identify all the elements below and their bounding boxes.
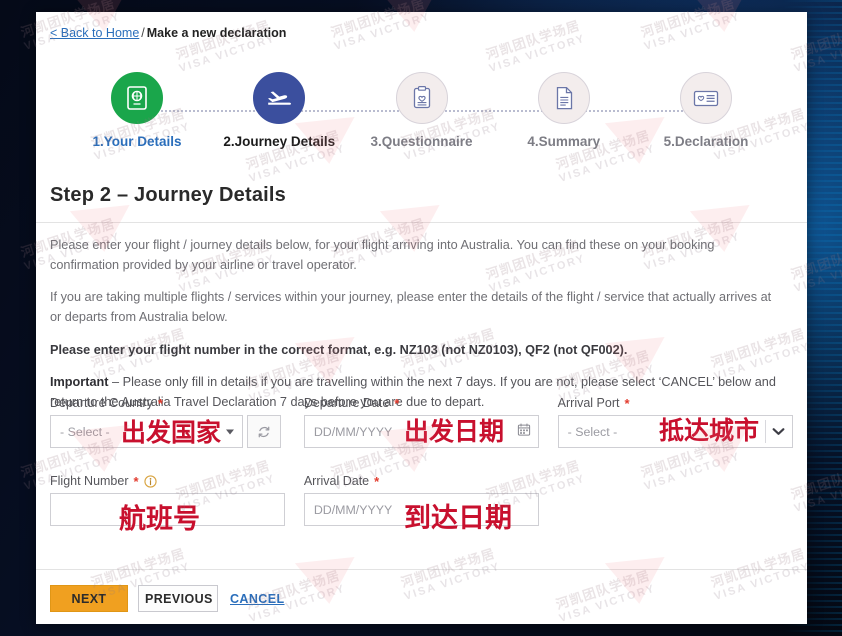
step-item-your-details[interactable]: 1.Your Details: [72, 72, 202, 149]
previous-button[interactable]: PREVIOUS: [138, 585, 218, 612]
step-label-journey-details: 2.Journey Details: [223, 134, 336, 149]
next-button[interactable]: NEXT: [50, 585, 128, 612]
cancel-link[interactable]: CANCEL: [228, 592, 286, 606]
step-label-declaration: 5.Declaration: [663, 134, 749, 149]
form-row-2-spacer: [558, 474, 795, 526]
step-item-declaration[interactable]: 5.Declaration: [641, 72, 771, 149]
departure-date-placeholder: DD/MM/YYYY: [313, 424, 393, 439]
back-to-home-link[interactable]: < Back to Home: [50, 26, 139, 40]
clipboard-heart-icon: [395, 72, 448, 124]
required-asterisk: *: [157, 395, 163, 411]
departure-country-label-text: Departure Country: [50, 396, 153, 410]
required-asterisk: *: [374, 473, 380, 489]
breadcrumb-current: Make a new declaration: [146, 26, 287, 40]
arrival-date-placeholder: DD/MM/YYYY: [313, 502, 393, 517]
step-item-questionnaire[interactable]: 3.Questionnaire: [357, 72, 487, 149]
airplane-icon: [253, 72, 306, 124]
select-divider: [764, 420, 766, 443]
breadcrumb-separator: /: [141, 26, 145, 40]
step-label-summary: 4.Summary: [527, 134, 601, 149]
flight-number-label: Flight Number *: [50, 474, 304, 488]
document-icon: [537, 72, 590, 124]
arrival-date-label: Arrival Date *: [304, 474, 558, 488]
arrival-port-value: - Select -: [567, 424, 618, 439]
id-card-heart-icon: [680, 72, 732, 124]
arrival-port-select[interactable]: - Select -: [557, 415, 793, 448]
form-row-1: Departure Country * - Select - Departure…: [50, 396, 795, 448]
arrival-date-field: Arrival Date * DD/MM/YYYY: [303, 474, 558, 526]
departure-country-field: Departure Country * - Select -: [50, 396, 304, 448]
arrival-date-label-text: Arrival Date: [303, 474, 370, 488]
calendar-icon[interactable]: [517, 422, 531, 441]
important-label: Important: [50, 375, 109, 390]
info-icon[interactable]: [143, 474, 157, 488]
progress-stepper: 1.Your Details 2.Journey Details 3.Quest…: [36, 72, 807, 167]
instruction-paragraph-1: Please enter your flight / journey detai…: [50, 238, 715, 272]
step-item-summary[interactable]: 4.Summary: [499, 72, 629, 149]
departure-country-label: Departure Country *: [50, 396, 304, 410]
form-row-2: Flight Number * Arrival Date * DD/MM/YYY…: [50, 474, 795, 526]
departure-date-input[interactable]: DD/MM/YYYY: [303, 415, 539, 448]
departure-country-value: - Select -: [60, 424, 110, 439]
departure-country-select[interactable]: - Select -: [50, 415, 243, 448]
arrival-port-label-text: Arrival Port: [557, 396, 620, 410]
flight-number-input[interactable]: [50, 493, 285, 526]
arrival-port-label: Arrival Port *: [558, 396, 795, 410]
required-asterisk: *: [624, 395, 630, 411]
departure-date-label: Departure Date *: [304, 396, 558, 410]
arrival-port-field: Arrival Port * - Select -: [557, 396, 795, 448]
flight-number-label-text: Flight Number: [50, 474, 129, 488]
departure-country-refresh-button[interactable]: [247, 415, 281, 448]
instruction-paragraph-2: If you are taking multiple flights / ser…: [50, 290, 772, 325]
instruction-paragraph-3: Please enter your flight number in the c…: [50, 342, 628, 357]
title-divider: [36, 222, 807, 223]
breadcrumb: < Back to Home / Make a new declaration: [50, 26, 286, 40]
page-title: Step 2 – Journey Details: [50, 184, 287, 206]
departure-date-field: Departure Date * DD/MM/YYYY: [303, 396, 558, 448]
passport-icon: [111, 72, 163, 124]
flight-number-field: Flight Number *: [50, 474, 304, 526]
step-label-your-details: 1.Your Details: [92, 134, 182, 149]
declaration-card: < Back to Home / Make a new declaration 1.: [36, 12, 807, 624]
chevron-down-icon: [772, 423, 785, 441]
step-label-questionnaire: 3.Questionnaire: [370, 134, 473, 149]
actions-divider: [36, 569, 807, 570]
journey-details-form: Departure Country * - Select - Departure…: [50, 396, 795, 526]
step-item-journey-details[interactable]: 2.Journey Details: [214, 72, 344, 149]
arrival-date-input[interactable]: DD/MM/YYYY: [303, 493, 539, 526]
required-asterisk: *: [133, 473, 139, 489]
departure-date-label-text: Departure Date: [303, 396, 390, 410]
required-asterisk: *: [394, 395, 400, 411]
form-actions: NEXT PREVIOUS CANCEL: [50, 585, 286, 612]
chevron-down-icon: [226, 429, 234, 434]
refresh-icon: [258, 426, 270, 437]
